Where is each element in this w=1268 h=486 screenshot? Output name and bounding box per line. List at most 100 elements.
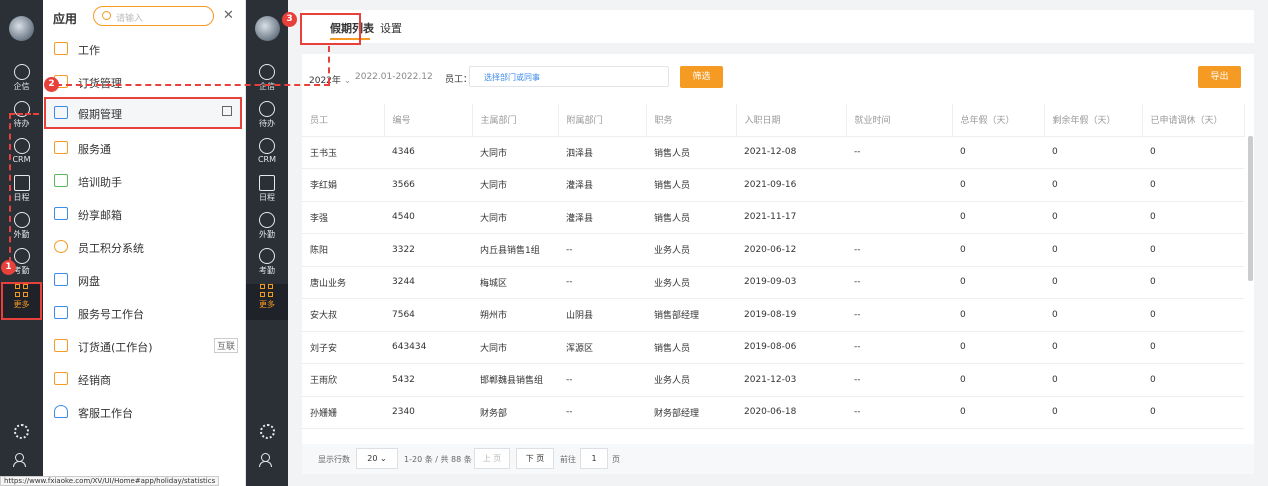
employee-picker[interactable]: 选择部门或同事 (469, 66, 669, 87)
page-size-select[interactable]: 20 ⌄ (356, 448, 398, 469)
nav2-item-attendance[interactable]: 考勤 (246, 248, 288, 284)
export-button[interactable]: 导出 (1198, 66, 1241, 88)
nav2-item-more[interactable]: 更多 (246, 284, 288, 320)
column-header[interactable]: 主属部门 (472, 104, 559, 137)
table-cell: 2020-06-18 (736, 396, 846, 429)
callout-badge: 3 (282, 12, 297, 27)
table-cell: 0 (1142, 266, 1244, 299)
app-item-work[interactable]: 工作 (44, 33, 242, 65)
column-header[interactable]: 剩余年假（天） (1044, 104, 1143, 137)
filter-button[interactable]: 筛选 (680, 66, 723, 88)
monitor-icon (54, 306, 68, 319)
table-row[interactable]: 王雨欣 5432 邯郸魏县销售组 -- 业务人员 2021-12-03 -- 0 0 0 (302, 363, 1244, 397)
column-header[interactable]: 附属部门 (558, 104, 647, 137)
avatar[interactable] (9, 16, 34, 41)
app-item-dealer[interactable]: 经销商 (44, 363, 242, 395)
table-row[interactable]: 唐山业务 3244 梅城区 -- 业务人员 2019-09-03 -- 0 0 0 (302, 266, 1244, 299)
table-cell: 0 (952, 266, 1044, 299)
table-row[interactable]: 陈阳 3322 内丘县销售1组 -- 业务人员 2020-06-12 -- 0 0 0 (302, 233, 1244, 267)
app-item-cs-desk[interactable]: 客服工作台 (44, 396, 242, 428)
tab-settings[interactable]: 设置 (380, 20, 402, 36)
prev-page-button[interactable]: 上 页 (474, 448, 510, 469)
app-item-disk[interactable]: 网盘 (44, 264, 242, 296)
gear-icon[interactable] (260, 424, 275, 439)
nav2-item-crm[interactable]: CRM (246, 138, 288, 174)
holiday-panel: 2022年 ⌄ 2022.01-2022.12 员工： 选择部门或同事 筛选 导… (302, 54, 1254, 474)
pagination: 显示行数 20 ⌄ 1-20 条 / 共 88 条 上 页 下 页 前往 1 页 (302, 444, 1254, 474)
app-item-order-desk[interactable]: 订货通(工作台) 互联 (44, 330, 242, 362)
page-input[interactable]: 1 (580, 448, 608, 469)
nav-item-chat[interactable]: 企信 (0, 64, 43, 100)
table-row[interactable]: 李强 4540 大同市 灌泽县 销售人员 2021-11-17 0 0 0 (302, 201, 1244, 234)
nav-label: 更多 (259, 300, 275, 309)
nav2-item-field[interactable]: 外勤 (246, 212, 288, 248)
avatar[interactable] (255, 16, 280, 41)
table-cell: 李强 (302, 201, 384, 234)
app-label: 培训助手 (78, 176, 122, 189)
column-header[interactable]: 就业时间 (846, 104, 953, 137)
table-cell: 0 (1044, 168, 1142, 202)
table-cell: 大同市 (472, 201, 558, 234)
nav-item-crm[interactable]: CRM (0, 138, 43, 174)
column-header[interactable]: 编号 (384, 104, 473, 137)
nav-item-calendar[interactable]: 日程 (0, 175, 43, 211)
table-cell: 2340 (384, 396, 472, 429)
table-cell: 销售人员 (646, 168, 736, 202)
app-item-service[interactable]: 服务通 (44, 132, 242, 164)
column-header[interactable]: 入职日期 (736, 104, 847, 137)
table-cell: 0 (952, 168, 1044, 202)
table-cell: 2021-09-16 (736, 168, 846, 202)
table-cell: 0 (952, 363, 1044, 397)
table-row[interactable]: 刘子安 643434 大同市 浑源区 销售人员 2019-08-06 -- 0 0 0 (302, 331, 1244, 364)
nav-item-todo[interactable]: 待办 (0, 101, 43, 137)
table-cell: 0 (1044, 201, 1142, 234)
book-icon (54, 174, 68, 187)
table-cell: 3322 (384, 233, 472, 267)
app-item-service-desk[interactable]: 服务号工作台 (44, 297, 242, 329)
chat-icon (259, 64, 275, 80)
contacts-icon[interactable] (13, 453, 29, 467)
vertical-scrollbar[interactable] (1248, 136, 1253, 281)
employee-placeholder: 选择部门或同事 (484, 73, 540, 82)
app-item-holiday[interactable]: 假期管理 (44, 97, 242, 129)
column-header[interactable]: 员工 (302, 104, 385, 137)
app-item-training[interactable]: 培训助手 (44, 165, 242, 197)
table-cell: 大同市 (472, 136, 558, 169)
table-row[interactable]: 李红娟 3566 大同市 灌泽县 销售人员 2021-09-16 0 0 0 (302, 168, 1244, 202)
holiday-icon (54, 106, 68, 119)
gear-icon[interactable] (14, 424, 29, 439)
table-row[interactable]: 孙姗姗 2340 财务部 -- 财务部经理 2020-06-18 -- 0 0 0 (302, 396, 1244, 429)
work-icon (54, 42, 68, 55)
holiday-table: 员工 编号 主属部门 附属部门 职务 入职日期 就业时间 总年假（天） 剩余年假… (302, 104, 1245, 429)
page-summary: 1-20 条 / 共 88 条 (404, 455, 472, 464)
table-row[interactable]: 王书玉 4346 大同市 泗泽县 销售人员 2021-12-08 -- 0 0 0 (302, 136, 1244, 169)
close-icon[interactable]: ✕ (223, 8, 234, 23)
nav-item-field[interactable]: 外勤 (0, 212, 43, 248)
app-item-mail[interactable]: 纷享邮箱 (44, 198, 242, 230)
column-header[interactable]: 已申请调休（天） (1142, 104, 1245, 137)
open-external-icon[interactable] (222, 106, 232, 116)
column-header[interactable]: 职务 (646, 104, 737, 137)
nav2-item-chat[interactable]: 企信 (246, 64, 288, 100)
table-cell: 内丘县销售1组 (472, 233, 558, 267)
nav2-item-todo[interactable]: 待办 (246, 101, 288, 137)
table-cell: 灌泽县 (558, 201, 646, 234)
tabs-bar: 假期列表 设置 (302, 10, 1254, 43)
table-cell: 0 (1044, 233, 1142, 267)
app-item-points[interactable]: 员工积分系统 (44, 231, 242, 263)
status-url: https://www.fxiaoke.com/XV/UI/Home#app/h… (0, 476, 220, 486)
next-page-button[interactable]: 下 页 (516, 448, 554, 469)
column-header[interactable]: 总年假（天） (952, 104, 1045, 137)
table-cell: 2021-12-08 (736, 136, 846, 169)
drawer-title: 应用 (53, 12, 78, 26)
check-circle-icon (259, 248, 275, 264)
nav2-item-calendar[interactable]: 日程 (246, 175, 288, 211)
app-item-order[interactable]: 订货管理 (44, 66, 242, 98)
table-cell: 0 (1142, 233, 1244, 267)
table-cell: 2021-12-03 (736, 363, 846, 397)
table-row[interactable]: 安大叔 7564 朔州市 山阴县 销售部经理 2019-08-19 -- 0 0 0 (302, 298, 1244, 332)
search-input[interactable]: 请输入 (93, 6, 214, 26)
nav-label: CRM (257, 155, 277, 164)
contacts-icon[interactable] (259, 453, 275, 467)
check-circle-icon (13, 248, 30, 264)
